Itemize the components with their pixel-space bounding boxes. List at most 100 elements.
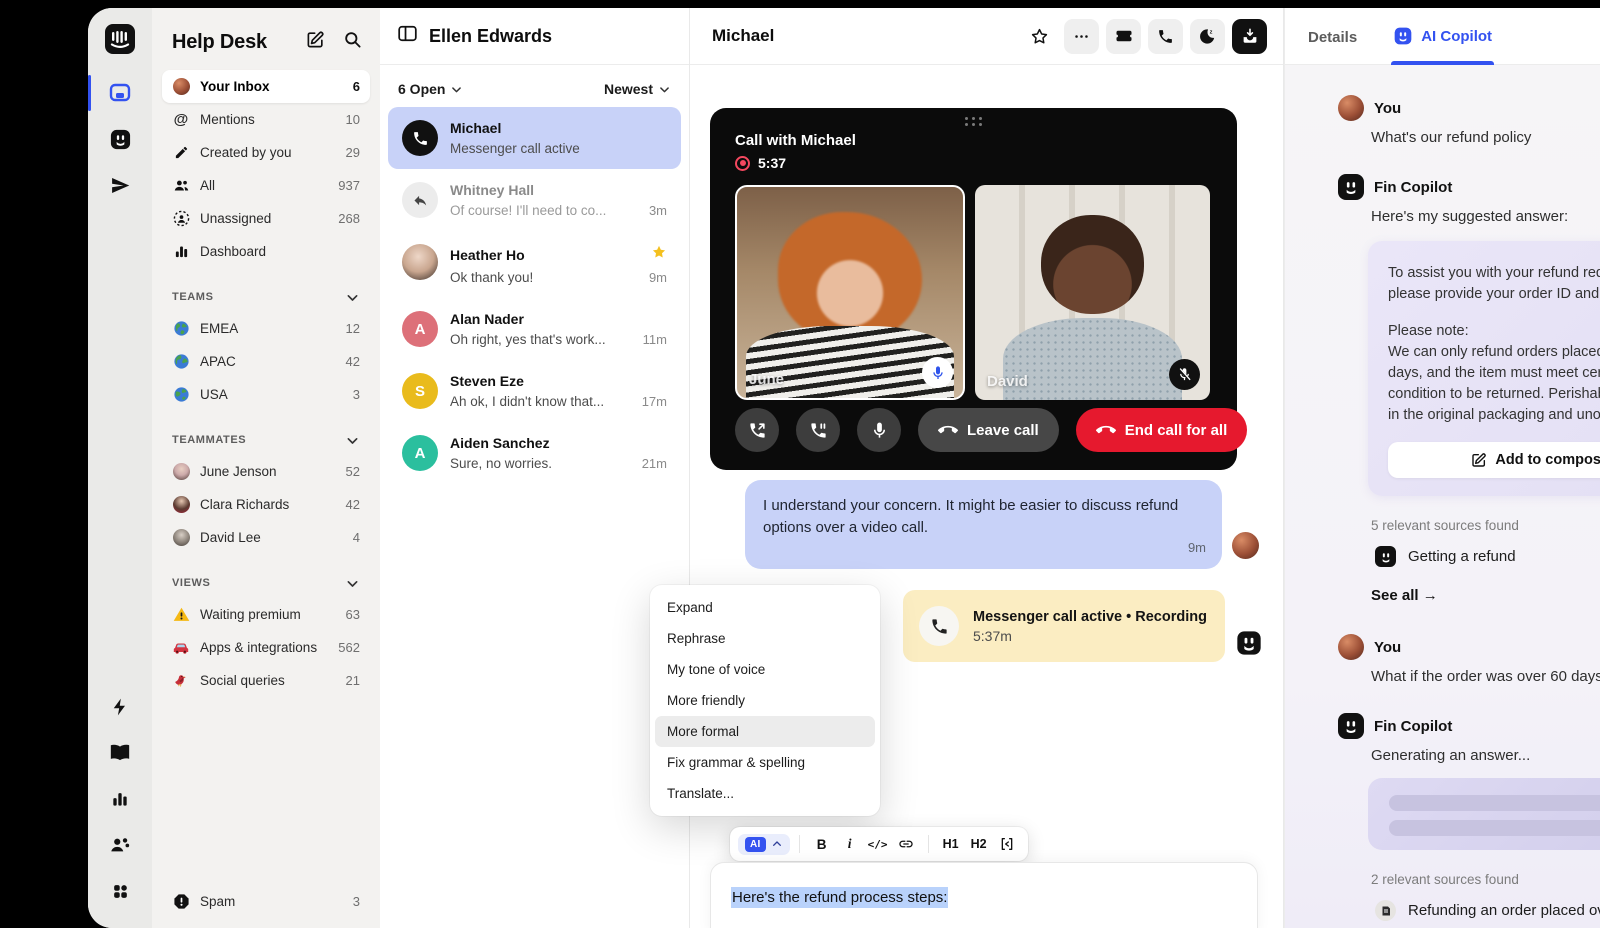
right-panel: Details AI Copilot You What's our refund… [1284,8,1600,928]
sort-dropdown[interactable]: Newest [604,81,671,97]
bold-button[interactable]: B [809,831,835,857]
fin-ai-nav-icon[interactable] [88,116,152,162]
more-options-button[interactable] [1064,19,1099,54]
sidebar-item-june-jenson[interactable]: June Jenson 52 [162,455,370,488]
reply-composer[interactable]: Here's the refund process steps: [710,862,1258,928]
copilot-thread: You What's our refund policy Fin Copilot… [1285,65,1600,928]
outbound-nav-icon[interactable] [88,162,152,208]
sidebar-item-all[interactable]: All 937 [162,169,370,202]
italic-button[interactable]: i [837,831,863,857]
sidebar-item-waiting-premium[interactable]: Waiting premium 63 [162,598,370,631]
apps-nav-icon[interactable] [88,868,152,914]
snooze-button[interactable]: z [1190,19,1225,54]
star-icon [651,244,667,265]
section-views[interactable]: VIEWS [162,568,370,598]
chevron-up-icon [771,838,783,850]
sources-count-label: 5 relevant sources found [1371,518,1600,533]
conversation-aiden-sanchez[interactable]: A Aiden Sanchez Sure, no worries.21m [388,422,681,484]
menu-item-translate[interactable]: Translate... [655,778,875,809]
search-icon[interactable] [343,30,362,54]
globe-apac-icon [172,353,190,371]
section-teams[interactable]: TEAMS [162,282,370,312]
code-button[interactable]: </> [865,831,891,857]
compose-icon[interactable] [306,30,325,54]
leave-call-button[interactable]: Leave call [918,408,1059,452]
sidebar-item-social-queries[interactable]: Social queries 21 [162,664,370,697]
tab-details[interactable]: Details [1308,29,1357,64]
link-button[interactable] [893,831,919,857]
sidebar-item-mentions[interactable]: @ Mentions 10 [162,103,370,136]
inbox-nav-icon[interactable] [88,70,152,116]
icon-rail [88,8,152,928]
sidebar-item-unassigned[interactable]: Unassigned 268 [162,202,370,235]
end-call-for-all-button[interactable]: End call for all [1076,408,1248,452]
conversation-whitney-hall[interactable]: Whitney Hall Of course! I'll need to co.… [388,169,681,231]
car-icon [172,639,190,657]
recording-indicator-icon [735,156,750,171]
sidebar-item-spam[interactable]: Spam 3 [162,885,370,918]
copilot-answer-header-2: Fin Copilot [1338,713,1600,739]
steven-avatar: S [402,373,438,409]
ai-rewrite-menu: Expand Rephrase My tone of voice More fr… [650,585,880,816]
hold-call-button[interactable] [796,408,840,452]
open-filter-dropdown[interactable]: 6 Open [398,81,463,97]
sidebar-item-apps-integrations[interactable]: Apps & integrations 562 [162,631,370,664]
participant-name: David [987,373,1028,390]
menu-item-fix-grammar[interactable]: Fix grammar & spelling [655,747,875,778]
sidebar-item-apac[interactable]: APAC 42 [162,345,370,378]
menu-item-expand[interactable]: Expand [655,592,875,623]
sender-avatar [1232,532,1259,559]
call-timer: 5:37 [758,155,786,171]
knowledge-nav-icon[interactable] [88,730,152,776]
tab-ai-copilot[interactable]: AI Copilot [1393,26,1492,64]
intercom-logo-icon[interactable] [88,8,152,70]
sources-count-label: 2 relevant sources found [1371,872,1600,887]
snippet-icon[interactable] [994,831,1020,857]
copilot-user-question: You [1338,95,1600,121]
mute-button[interactable] [857,408,901,452]
chevron-down-icon [658,83,671,96]
sidebar-item-created-by-you[interactable]: Created by you 29 [162,136,370,169]
sidebar: Help Desk Your Inbox 6 @ Mentions 10 Cre… [152,8,380,928]
panel-toggle-icon[interactable] [398,25,417,47]
sidebar-item-clara-richards[interactable]: Clara Richards 42 [162,488,370,521]
h2-button[interactable]: H2 [966,831,992,857]
generating-status: Generating an answer... [1371,747,1600,764]
sidebar-item-your-inbox[interactable]: Your Inbox 6 [162,70,370,103]
menu-item-rephrase[interactable]: Rephrase [655,623,875,654]
sidebar-item-emea[interactable]: EMEA 12 [162,312,370,345]
ticket-button[interactable] [1106,19,1141,54]
lightning-nav-icon[interactable] [88,684,152,730]
menu-item-more-formal[interactable]: More formal [655,716,875,747]
menu-item-my-tone[interactable]: My tone of voice [655,654,875,685]
pencil-icon [172,144,190,162]
sidebar-item-dashboard[interactable]: Dashboard [162,235,370,268]
conversation-steven-eze[interactable]: S Steven Eze Ah ok, I didn't know that..… [388,360,681,422]
add-to-composer-button[interactable]: Add to composer [1388,442,1600,478]
conversation-michael[interactable]: Michael Messenger call active [388,107,681,169]
participant-name: June [749,371,784,388]
transfer-call-button[interactable] [735,408,779,452]
star-conversation-button[interactable] [1022,19,1057,54]
menu-item-more-friendly[interactable]: More friendly [655,685,875,716]
h1-button[interactable]: H1 [938,831,964,857]
svg-text:z: z [1210,29,1213,35]
contacts-nav-icon[interactable] [88,822,152,868]
mic-muted-icon[interactable] [1169,359,1200,390]
close-conversation-button[interactable] [1232,19,1267,54]
section-teammates[interactable]: TEAMMATES [162,425,370,455]
ai-menu-button[interactable]: AI [738,834,790,855]
answer-loading-skeleton [1368,778,1600,850]
reports-nav-icon[interactable] [88,776,152,822]
source-refunding-order[interactable]: Refunding an order placed over [1375,900,1600,921]
conversation-alan-nader[interactable]: A Alan Nader Oh right, yes that's work..… [388,298,681,360]
sidebar-item-david-lee[interactable]: David Lee 4 [162,521,370,554]
source-getting-a-refund[interactable]: Getting a refund [1375,546,1600,567]
mic-on-icon[interactable] [922,357,953,388]
see-all-link[interactable]: See all → [1371,587,1600,604]
call-button[interactable] [1148,19,1183,54]
drag-handle-icon[interactable] [965,117,983,126]
june-avatar [173,463,190,480]
sidebar-item-usa[interactable]: USA 3 [162,378,370,411]
conversation-heather-ho[interactable]: Heather Ho Ok thank you!9m [388,231,681,298]
